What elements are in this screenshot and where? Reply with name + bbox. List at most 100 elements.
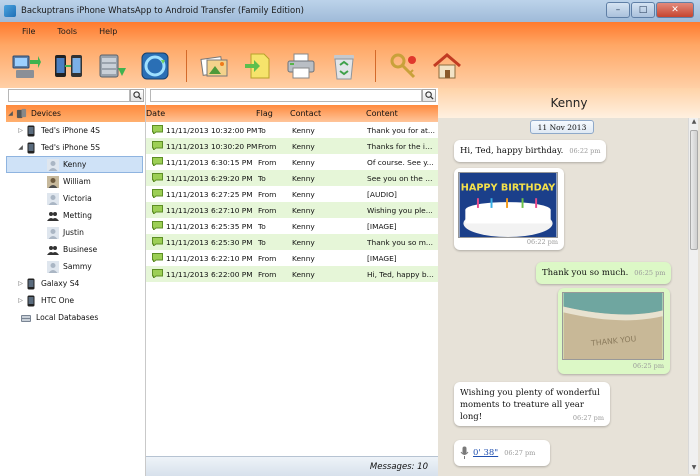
sync-icon [141, 52, 169, 80]
tree-label: Ted's iPhone 4S [41, 126, 100, 135]
cell-date: 11/11/2013 6:27:10 PM [166, 205, 253, 215]
cell-flag: To [258, 221, 266, 231]
cell-date: 11/11/2013 10:32:00 PM [166, 125, 258, 135]
scroll-down-icon[interactable]: ▼ [689, 464, 699, 474]
home-button[interactable] [427, 49, 467, 83]
chat-header: Kenny [438, 88, 700, 118]
window-controls: – □ ✕ [605, 2, 694, 18]
transfer-to-phone-button[interactable] [49, 49, 89, 83]
minimize-button[interactable]: – [606, 2, 630, 18]
cell-content: [IMAGE] [367, 253, 397, 263]
cell-date: 11/11/2013 6:22:10 PM [166, 253, 253, 263]
menu-file[interactable]: File [22, 27, 35, 36]
cell-content: [AUDIO] [367, 189, 397, 199]
tree-contact-kenny[interactable]: Kenny [6, 156, 143, 173]
scroll-up-icon[interactable]: ▲ [689, 118, 699, 128]
cell-flag: From [258, 141, 277, 151]
cell-contact: Kenny [292, 221, 315, 231]
cell-content: Hi, Ted, happy bi... [367, 269, 435, 279]
tree-contact-justin[interactable]: Justin [6, 224, 145, 241]
tree-device-iphone5s[interactable]: ◢ Ted's iPhone 5S [6, 139, 145, 156]
chat-scrollbar[interactable]: ▲ ▼ [688, 118, 698, 474]
tree-contact-sammy[interactable]: Sammy [6, 258, 145, 275]
tree-label: Kenny [63, 160, 87, 169]
cell-contact: Kenny [292, 205, 315, 215]
tree-label: Devices [31, 109, 61, 118]
table-row[interactable]: 11/11/2013 10:32:00 PM To Kenny Thank yo… [146, 122, 438, 138]
tree-contact-victoria[interactable]: Victoria [6, 190, 145, 207]
key-icon [390, 53, 416, 79]
message-count: Messages: 10 [369, 461, 428, 472]
search-icon [424, 91, 434, 100]
export-file-icon [245, 53, 270, 79]
column-date[interactable]: Date [146, 109, 165, 118]
recycle-icon [334, 55, 354, 80]
tree-device-galaxy-s4[interactable]: ▷ Galaxy S4 [6, 275, 145, 292]
devices-icon [15, 108, 27, 120]
export-photos-button[interactable] [195, 49, 235, 83]
table-row[interactable]: 11/11/2013 6:27:10 PM From Kenny Wishing… [146, 202, 438, 218]
cell-contact: Kenny [292, 173, 315, 183]
tree-contact-william[interactable]: William [6, 173, 145, 190]
audio-duration-link[interactable]: 0' 38" [473, 447, 498, 459]
table-row[interactable]: 11/11/2013 10:30:20 PM From Kenny Thanks… [146, 138, 438, 154]
cell-contact: Kenny [292, 269, 315, 279]
expand-icon[interactable]: ▷ [16, 127, 25, 134]
column-content[interactable]: Content [366, 109, 398, 118]
table-row[interactable]: 11/11/2013 6:22:00 PM From Kenny Hi, Ted… [146, 266, 438, 282]
tree-search-input[interactable] [8, 89, 130, 102]
cell-flag: From [258, 253, 277, 263]
birthday-cake-image[interactable]: HAPPY BIRTHDAY [458, 172, 558, 238]
tree-search-button[interactable] [130, 89, 144, 102]
menu-bar: File Tools Help [0, 22, 117, 40]
cell-flag: From [258, 189, 277, 199]
tree-label: Local Databases [36, 313, 99, 322]
table-row[interactable]: 11/11/2013 6:25:30 PM To Kenny Thank you… [146, 234, 438, 250]
key-button[interactable] [384, 49, 424, 83]
expand-icon[interactable]: ▷ [16, 280, 25, 287]
table-row[interactable]: 11/11/2013 6:22:10 PM From Kenny [IMAGE] [146, 250, 438, 266]
tree-device-iphone4s[interactable]: ▷ Ted's iPhone 4S [6, 122, 145, 139]
collapse-icon[interactable]: ◢ [6, 110, 15, 117]
message-icon [152, 141, 163, 150]
menu-tools[interactable]: Tools [57, 27, 77, 36]
app-icon [4, 5, 16, 17]
menu-help[interactable]: Help [99, 27, 117, 36]
list-search-input[interactable] [150, 89, 422, 102]
close-icon: ✕ [671, 5, 679, 15]
backup-to-pc-button[interactable] [6, 49, 46, 83]
cell-date: 11/11/2013 6:25:35 PM [166, 221, 253, 231]
bubble-time: 06:22 pm [526, 238, 558, 246]
tree-device-htc-one[interactable]: ▷ HTC One [6, 292, 145, 309]
bubble-time: 06:25 pm [632, 362, 664, 370]
column-contact[interactable]: Contact [290, 109, 321, 118]
cell-flag: To [258, 125, 266, 135]
sync-button[interactable] [135, 49, 175, 83]
column-flag[interactable]: Flag [256, 109, 273, 118]
export-file-button[interactable] [238, 49, 278, 83]
tree-group-businese[interactable]: Businese [6, 241, 145, 258]
print-button[interactable] [281, 49, 321, 83]
chat-contact-name: Kenny [550, 96, 588, 110]
tree-local-databases[interactable]: Local Databases [6, 309, 145, 326]
table-row[interactable]: 11/11/2013 6:27:25 PM From Kenny [AUDIO] [146, 186, 438, 202]
beach-image[interactable]: THANK YOU [562, 292, 664, 360]
tree-label: William [63, 177, 91, 186]
tree-label: Ted's iPhone 5S [41, 143, 100, 152]
table-row[interactable]: 11/11/2013 6:30:15 PM From Kenny Of cour… [146, 154, 438, 170]
tree-group-metting[interactable]: Metting [6, 207, 145, 224]
print-icon [287, 53, 315, 79]
recycle-button[interactable] [324, 49, 364, 83]
message-icon [152, 125, 163, 134]
maximize-button[interactable]: □ [631, 2, 655, 18]
close-button[interactable]: ✕ [656, 2, 694, 18]
message-icon [152, 173, 163, 182]
table-row[interactable]: 11/11/2013 6:29:20 PM To Kenny See you o… [146, 170, 438, 186]
tree-devices-root[interactable]: ◢ Devices [6, 105, 145, 122]
table-row[interactable]: 11/11/2013 6:25:35 PM To Kenny [IMAGE] [146, 218, 438, 234]
database-export-button[interactable] [92, 49, 132, 83]
expand-icon[interactable]: ▷ [16, 297, 25, 304]
collapse-icon[interactable]: ◢ [16, 144, 25, 151]
scroll-thumb[interactable] [690, 130, 698, 250]
list-search-button[interactable] [422, 89, 436, 102]
